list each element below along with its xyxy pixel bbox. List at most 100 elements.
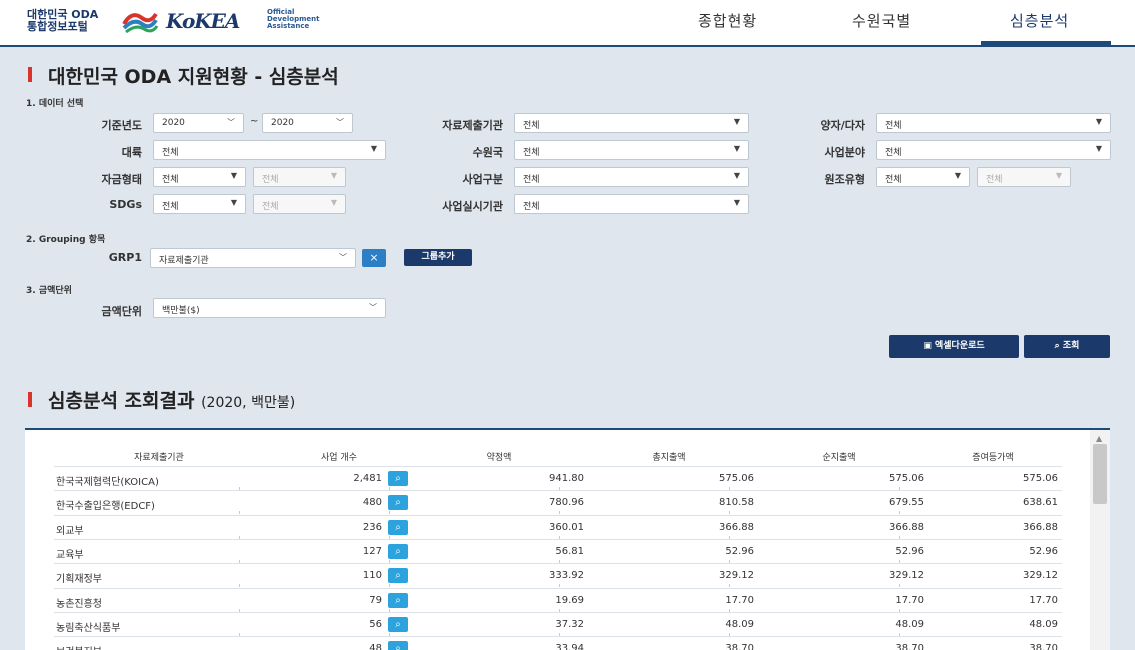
excel-download-button[interactable]: ▣ 엑셀다운로드 [889,335,1019,358]
caret-down-icon: ▼ [330,198,337,207]
agency-cell: 교육부 [56,549,84,561]
fund-type-select[interactable]: 전체 ▼ [153,167,246,187]
unit-label: 금액단위 [101,305,142,318]
commit-cell: 19.69 [555,594,584,606]
col-gross-disbursement[interactable]: 총지출액 [584,450,754,463]
year-from-select[interactable]: 2020 ﹀ [153,113,244,133]
commit-cell: 360.01 [549,521,584,533]
nav-deep-analysis[interactable]: 심층분석 [1010,10,1069,31]
caret-down-icon: ▼ [230,198,237,207]
unit-value: 백만불($) [162,306,200,316]
table-row: 농림축산식품부 56 ⌕ 37.32 48.09 48.09 48.09 [54,611,1062,636]
caret-down-icon: ▼ [370,144,377,153]
aid-type-select[interactable]: 전체 ▼ [876,167,970,187]
spreadsheet-icon: ▣ [923,341,932,351]
table-row: 보건복지부 48 ⌕ 33.94 38.70 38.70 38.70 [54,636,1062,650]
result-accent-bar [28,392,32,407]
recipient-select[interactable]: 전체 ▼ [514,140,749,160]
year-to-value: 2020 [271,118,294,128]
ge-cell: 38.70 [1029,643,1058,650]
col-grant-equivalent[interactable]: 증여등가액 [924,450,1062,463]
ge-cell: 366.88 [1023,521,1058,533]
col-commitment[interactable]: 약정액 [414,450,584,463]
sdgs-select[interactable]: 전체 ▼ [153,194,246,214]
agency-value: 전체 [523,121,540,131]
table-row: 한국국제협력단(KOICA) 2,481 ⌕ 941.80 575.06 575.06 57… [54,466,1062,490]
sector-value: 전체 [885,148,902,158]
search-detail-icon[interactable]: ⌕ [388,519,408,535]
brand-line2: 통합정보포털 [27,20,88,33]
result-subtitle: (2020, 백만불) [201,395,296,411]
project-type-label: 사업구분 [462,173,503,186]
chevron-down-icon: ﹀ [369,303,377,312]
commit-cell: 37.32 [555,618,584,630]
agency-cell: 외교부 [56,525,84,537]
title-accent-bar [28,67,32,82]
implementing-agency-value: 전체 [523,202,540,212]
caret-down-icon: ▼ [1095,144,1102,153]
search-detail-icon[interactable]: ⌕ [388,543,408,559]
caret-down-icon: ▼ [1055,171,1062,180]
add-group-button[interactable]: 그룹추가 [404,249,472,266]
caret-down-icon: ▼ [1095,117,1102,126]
search-label: 조회 [1062,341,1080,351]
continent-value: 전체 [162,148,179,158]
search-detail-icon[interactable]: ⌕ [388,568,408,584]
year-to-select[interactable]: 2020 ﹀ [262,113,353,133]
col-agency[interactable]: 자료제출기관 [54,450,264,463]
caret-down-icon: ▼ [230,171,237,180]
agency-select[interactable]: 전체 ▼ [514,113,749,133]
chevron-down-icon: ﹀ [336,118,344,127]
ge-cell: 48.09 [1029,618,1058,630]
search-detail-icon[interactable]: ⌕ [388,471,408,486]
aid-subtype-select: 전체 ▼ [977,167,1071,187]
agency-cell: 한국수출입은행(EDCF) [56,501,155,513]
korea-logo-text: KoKEA [166,9,240,33]
table-row: 기획재정부 110 ⌕ 333.92 329.12 329.12 329.12 [54,563,1062,588]
search-detail-icon[interactable]: ⌕ [388,641,408,650]
nav-by-recipient[interactable]: 수원국별 [852,10,911,31]
page-title: 대한민국 ODA 지원현황 - 심층분석 [48,66,339,88]
scroll-up-arrow-icon[interactable]: ▲ [1096,434,1102,443]
search-detail-icon[interactable]: ⌕ [388,592,408,608]
agency-cell: 기획재정부 [56,574,102,586]
project-count-cell: 127 [362,545,382,557]
official-line3: Assistance [267,22,310,30]
grp1-select[interactable]: 자료제출기관 ﹀ [150,248,356,268]
section-data-select-label: 1. 데이터 선택 [26,99,84,109]
col-net-disbursement[interactable]: 순지출액 [754,450,924,463]
bilateral-select[interactable]: 전체 ▼ [876,113,1111,133]
implementing-agency-select[interactable]: 전체 ▼ [514,194,749,214]
ge-cell: 52.96 [1029,545,1058,557]
search-button[interactable]: ⌕ 조회 [1024,335,1110,358]
search-detail-icon[interactable]: ⌕ [388,495,408,511]
ge-cell: 575.06 [1023,473,1058,484]
remove-group-button[interactable]: × [362,249,386,267]
active-nav-indicator [981,41,1111,45]
caret-down-icon: ▼ [733,117,740,126]
net-cell: 679.55 [889,497,924,509]
nav-overview[interactable]: 종합현황 [698,10,757,31]
unit-select[interactable]: 백만불($) ﹀ [153,298,386,318]
table-row: 교육부 127 ⌕ 56.81 52.96 52.96 52.96 [54,538,1062,563]
table-scrollbar[interactable]: ▲ [1090,430,1110,650]
commit-cell: 33.94 [555,643,584,650]
portal-brand[interactable]: 대한민국 ODA 통합정보포털 [27,9,98,33]
sdgs-value: 전체 [162,202,179,212]
project-type-select[interactable]: 전체 ▼ [514,167,749,187]
continent-select[interactable]: 전체 ▼ [153,140,386,160]
grp1-label: GRP1 [108,251,142,264]
recipient-value: 전체 [523,148,540,158]
project-count-cell: 110 [362,570,382,582]
gross-cell: 810.58 [719,497,754,509]
section-unit-label: 3. 금액단위 [26,286,72,296]
net-cell: 48.09 [895,618,924,630]
caret-down-icon: ▼ [330,171,337,180]
sector-select[interactable]: 전체 ▼ [876,140,1111,160]
col-project-count[interactable]: 사업 개수 [264,450,414,463]
result-title: 심층분석 조회결과 (2020, 백만불) [48,386,295,413]
search-detail-icon[interactable]: ⌕ [388,616,408,632]
agency-cell: 한국국제협력단(KOICA) [56,477,159,488]
aid-subtype-value: 전체 [986,175,1003,185]
scroll-thumb[interactable] [1093,444,1107,504]
